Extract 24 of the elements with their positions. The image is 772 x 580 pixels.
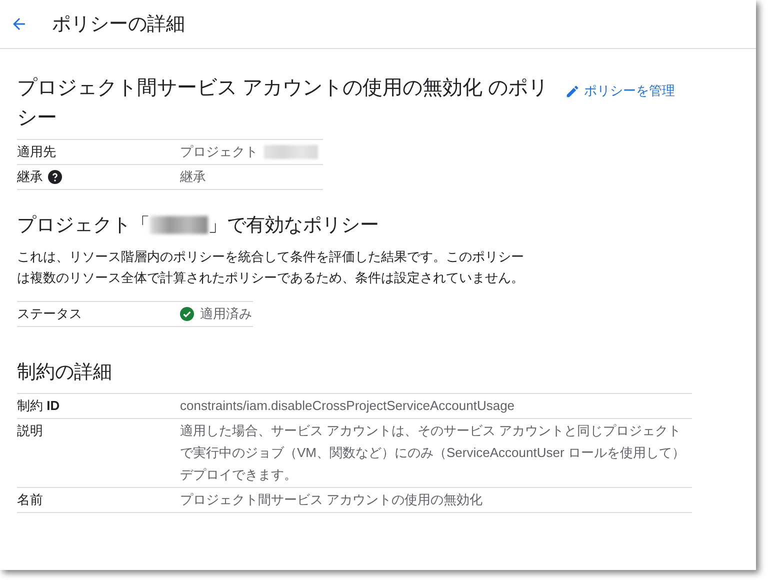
section-title: 」で有効なポリシー	[208, 214, 379, 238]
row-value: プロジェクト間サービス アカウントの使用の無効化	[180, 491, 484, 509]
redacted-mark	[264, 145, 318, 159]
row-label: ステータス	[17, 305, 83, 323]
row-label: 適用先	[17, 143, 56, 161]
row-label: 制約 ID	[17, 397, 61, 415]
policy-title: プロジェクト間サービス アカウントの使用の無効化 のポリシー	[17, 76, 550, 131]
row-label: 名前	[17, 491, 44, 509]
section-title: プロジェクト「	[17, 214, 150, 238]
manage-policy-link[interactable]: ポリシーを管理	[565, 82, 675, 100]
row-label: 説明	[17, 422, 44, 440]
row-value: 継承	[180, 168, 206, 186]
page-title: ポリシーの詳細	[52, 13, 185, 37]
help-icon[interactable]	[48, 170, 62, 184]
row-value: constraints/iam.disableCrossProjectServiceAccountUsage	[180, 397, 516, 415]
row-value: プロジェクト	[180, 143, 258, 161]
section-title: 制約の詳細	[17, 361, 112, 385]
row-label: 継承	[17, 168, 43, 186]
row-value: 適用した場合、サービス アカウントは、そのサービス アカウントと同じプロジェクトで実行中のジョブ（VM、関数など）にのみ（ServiceAccountUser ロールを使用して）デプロイできます。	[180, 422, 686, 484]
status-value: 適用済み	[200, 305, 252, 323]
pencil-icon	[565, 84, 580, 98]
check-circle-icon	[180, 307, 194, 321]
redacted-mark	[150, 216, 208, 234]
description-text: これは、リソース階層内のポリシーを統合して条件を評価した結果です。このポリシーは複数のリソース全体で計算されたポリシーであるため、条件は設定されていません。	[17, 248, 525, 287]
